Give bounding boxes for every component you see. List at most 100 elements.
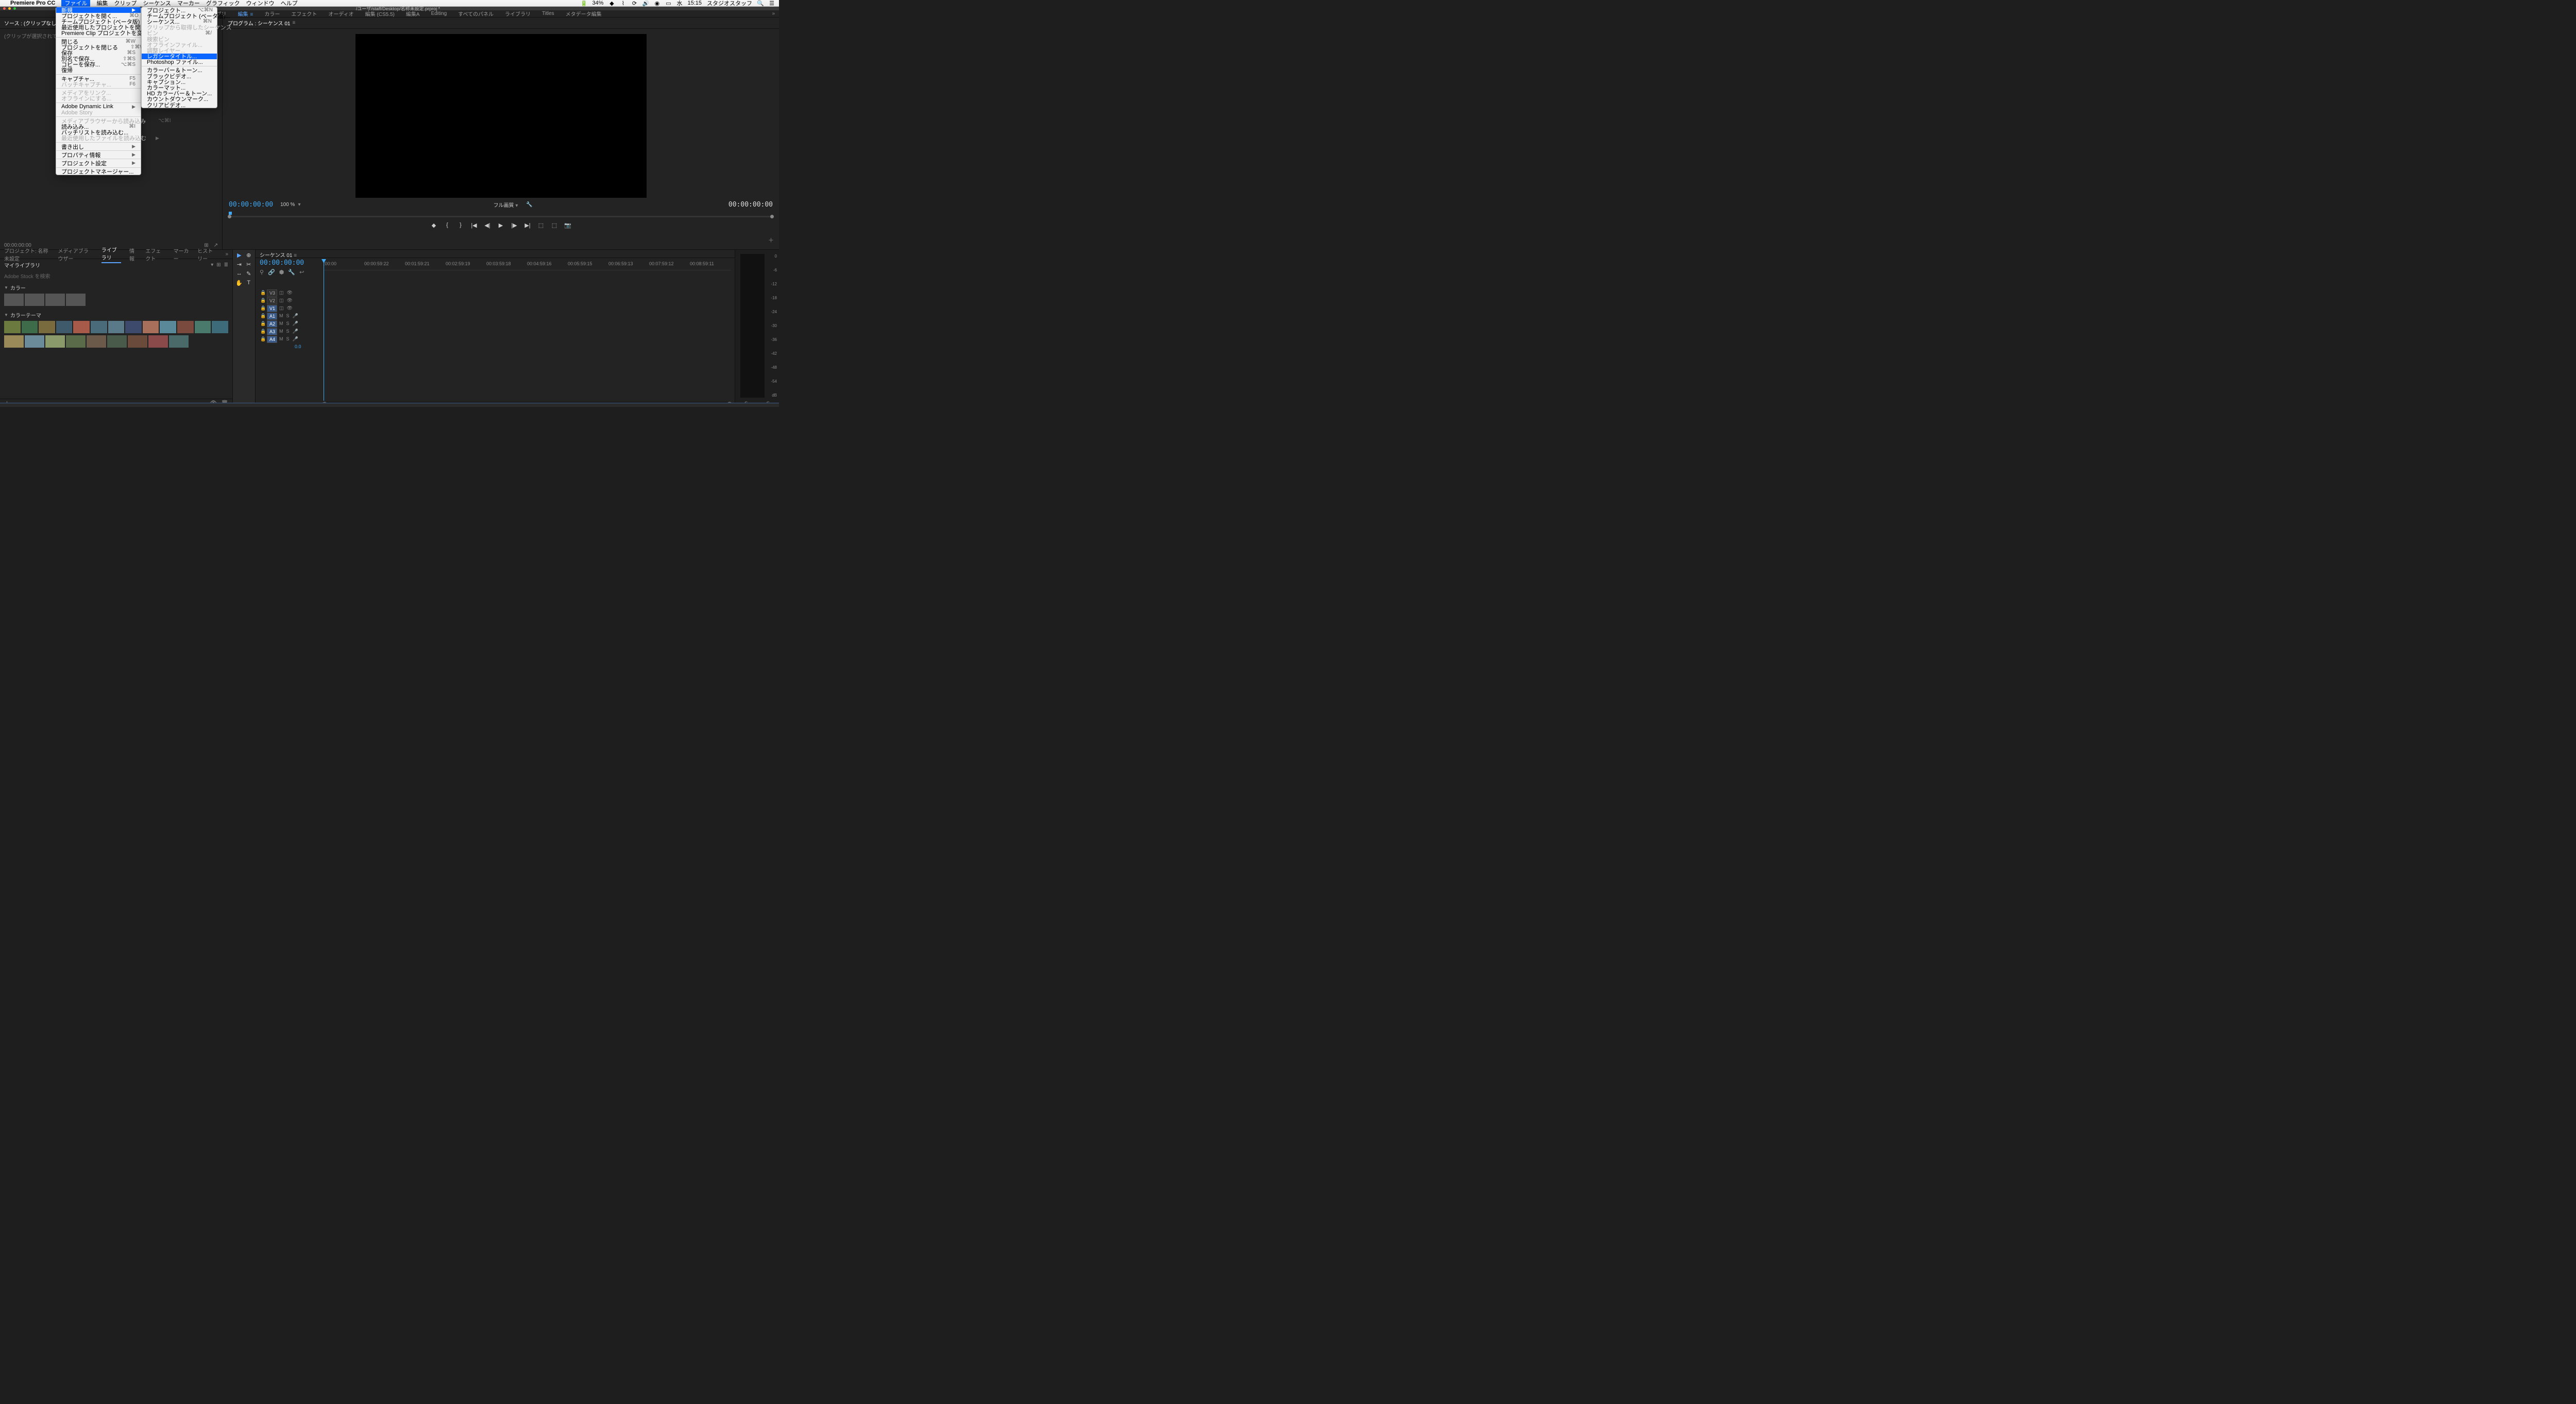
voice-icon[interactable]: 🎤 (293, 329, 298, 334)
theme-swatch[interactable] (169, 335, 189, 348)
snap-icon[interactable]: ⚲ (260, 269, 264, 276)
tab-effects[interactable]: エフェクト (145, 247, 165, 262)
user-name[interactable]: スタジオスタッフ (707, 0, 752, 7)
clock-day[interactable]: 水 (676, 0, 682, 7)
ws-cs55[interactable]: 編集 (CS5.5) (365, 10, 395, 18)
marker-icon[interactable]: ⬢ (279, 269, 284, 276)
ws-edita[interactable]: 編集A (406, 10, 420, 18)
lock-icon[interactable]: 🔒 (260, 321, 267, 327)
swatch[interactable] (4, 294, 24, 306)
volume-icon[interactable]: 🔊 (642, 0, 649, 6)
tabs-overflow-icon[interactable]: » (225, 251, 228, 257)
menu-item[interactable]: 書き出し▶ (56, 144, 141, 149)
theme-swatch[interactable] (91, 321, 107, 333)
audio-track[interactable]: 🔒A3MS🎤 (260, 328, 731, 335)
lift-button[interactable]: ⬚ (537, 222, 545, 229)
theme-swatch[interactable] (22, 321, 38, 333)
theme-swatch[interactable] (108, 321, 125, 333)
goto-in-button[interactable]: |◀ (470, 222, 478, 229)
slip-tool[interactable]: ↔ (235, 270, 244, 279)
menu-item[interactable]: 復帰 (56, 67, 141, 73)
sync-icon[interactable]: ⟳ (631, 0, 637, 6)
shield-icon[interactable]: ◆ (608, 0, 615, 6)
menu-graphic[interactable]: グラフィック (206, 0, 240, 7)
theme-swatch[interactable] (148, 335, 168, 348)
search-icon[interactable]: 🔍 (757, 0, 764, 6)
minimize-icon[interactable] (8, 7, 11, 10)
mute-icon[interactable]: M (279, 313, 283, 319)
wrap-icon[interactable]: ↩ (299, 269, 304, 276)
program-timecode-right[interactable]: 00:00:00:00 (728, 201, 773, 209)
timeline-tab[interactable]: シーケンス 01 (260, 253, 292, 259)
settings-icon[interactable]: 🔧 (288, 269, 295, 276)
in-bracket-button[interactable]: { (444, 222, 451, 229)
lock-icon[interactable]: 🔒 (260, 298, 267, 303)
close-icon[interactable] (3, 7, 6, 10)
app-name[interactable]: Premiere Pro CC (10, 0, 55, 6)
menu-item[interactable]: Photoshop ファイル... (142, 59, 217, 65)
tab-library[interactable]: ライブラリ (101, 246, 121, 263)
ripple-tool[interactable]: ⇥ (235, 261, 244, 269)
menu-item[interactable]: プロパティ情報▶ (56, 152, 141, 158)
grid-view-icon[interactable]: ⊞ (216, 262, 221, 268)
tab-project[interactable]: プロジェクト: 名称未設定 (4, 247, 49, 262)
voice-icon[interactable]: 🎤 (293, 321, 298, 327)
source-tab[interactable]: ソース : (クリップなし) (4, 19, 58, 27)
lock-icon[interactable]: 🔒 (260, 313, 267, 319)
razor-tool[interactable]: ✂ (245, 261, 253, 269)
theme-swatch[interactable] (125, 321, 142, 333)
swatch[interactable] (25, 294, 44, 306)
eye-icon[interactable]: 👁 (287, 305, 293, 311)
menu-item[interactable]: クリアビデオ... (142, 102, 217, 108)
hand-tool[interactable]: ✋ (235, 280, 244, 288)
selection-tool[interactable]: ▶ (235, 252, 244, 260)
track-label[interactable]: V1 (267, 305, 277, 312)
ws-editing-en[interactable]: Editing (431, 11, 447, 16)
play-button[interactable]: ▶ (497, 222, 504, 229)
program-timecode-left[interactable]: 00:00:00:00 (229, 201, 273, 209)
theme-swatch[interactable] (177, 321, 194, 333)
ws-all[interactable]: すべてのパネル (458, 10, 494, 18)
workspace-overflow-icon[interactable]: » (772, 11, 775, 16)
program-scrubber[interactable] (229, 212, 773, 219)
theme-swatch[interactable] (87, 335, 106, 348)
video-track[interactable]: 🔒V3◫👁 (260, 289, 731, 297)
audio-track[interactable]: 🔒A2MS🎤 (260, 320, 731, 328)
track-label[interactable]: A3 (267, 328, 277, 335)
section-color[interactable]: カラー (0, 282, 232, 294)
toggle-output-icon[interactable]: ◫ (279, 305, 284, 311)
timeline-timecode[interactable]: 00:00:00:00 (260, 259, 304, 267)
theme-swatch[interactable] (107, 335, 127, 348)
goto-out-button[interactable]: ▶| (524, 222, 531, 229)
solo-icon[interactable]: S (286, 336, 290, 342)
section-theme[interactable]: カラーテーマ (0, 309, 232, 321)
theme-swatch[interactable] (160, 321, 176, 333)
theme-swatch[interactable] (25, 335, 44, 348)
program-viewer[interactable] (355, 34, 647, 198)
theme-swatch[interactable] (66, 335, 86, 348)
step-back-button[interactable]: ◀| (484, 222, 491, 229)
list-view-icon[interactable]: ≣ (224, 262, 228, 268)
theme-swatch[interactable] (128, 335, 147, 348)
program-tab[interactable]: プログラム : シーケンス 01 (228, 19, 290, 27)
mark-in-button[interactable]: ◆ (430, 222, 437, 229)
pen-tool[interactable]: ✎ (245, 270, 253, 279)
master-level[interactable]: 0.0 (260, 343, 731, 349)
menu-item[interactable]: Adobe Dynamic Link▶ (56, 104, 141, 110)
track-label[interactable]: V3 (267, 289, 277, 297)
out-bracket-button[interactable]: } (457, 222, 464, 229)
lock-icon[interactable]: 🔒 (260, 290, 267, 296)
menu-icon[interactable]: ☰ (769, 0, 775, 6)
zoom-icon[interactable] (13, 7, 16, 10)
track-select-tool[interactable]: ⊕ (245, 252, 253, 260)
ws-titles[interactable]: Titles (542, 11, 554, 16)
lock-icon[interactable]: 🔒 (260, 336, 267, 342)
eye-icon[interactable]: 👁 (287, 290, 293, 296)
audio-track[interactable]: 🔒A1MS🎤 (260, 312, 731, 320)
mute-icon[interactable]: M (279, 329, 283, 334)
theme-swatch[interactable] (73, 321, 90, 333)
audio-track[interactable]: 🔒A4MS🎤 (260, 335, 731, 343)
voice-icon[interactable]: 🎤 (293, 313, 298, 319)
clock-time[interactable]: 15:15 (687, 0, 702, 6)
tab-info[interactable]: 情報 (129, 247, 137, 262)
